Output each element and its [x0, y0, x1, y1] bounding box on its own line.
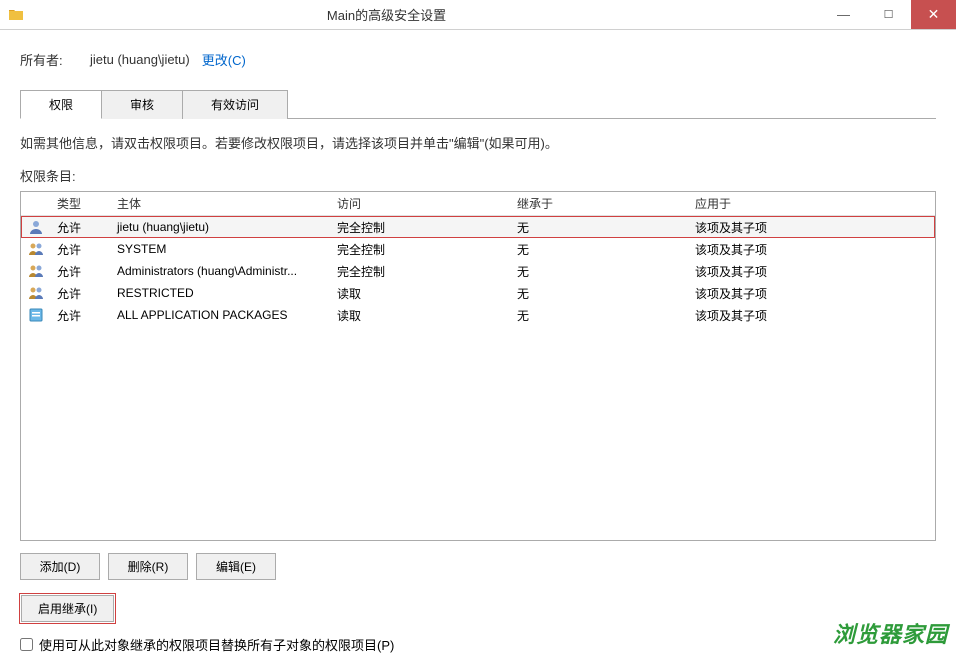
- cell-inherited: 无: [511, 217, 689, 238]
- add-button[interactable]: 添加(D): [20, 553, 100, 580]
- cell-inherited: 无: [511, 283, 689, 304]
- cell-access: 完全控制: [331, 239, 511, 260]
- titlebar: Main的高级安全设置 — ☐ ✕: [0, 0, 956, 30]
- col-type-header[interactable]: 类型: [51, 191, 111, 216]
- minimize-button[interactable]: —: [821, 0, 866, 29]
- cell-applies: 该项及其子项: [689, 305, 935, 326]
- principal-icon: [21, 283, 51, 303]
- col-inherited-header[interactable]: 继承于: [511, 191, 689, 216]
- replace-children-checkbox[interactable]: [20, 638, 33, 651]
- enable-inherit-highlight: 启用继承(I): [20, 594, 115, 623]
- owner-label: 所有者:: [20, 50, 90, 69]
- cell-access: 读取: [331, 305, 511, 326]
- col-applies-header[interactable]: 应用于: [689, 191, 935, 216]
- enable-inheritance-button[interactable]: 启用继承(I): [21, 595, 114, 622]
- watermark-text: 浏览器家园: [833, 617, 948, 649]
- edit-button[interactable]: 编辑(E): [196, 553, 276, 580]
- principal-icon: [21, 261, 51, 281]
- cell-principal: ALL APPLICATION PACKAGES: [111, 306, 331, 324]
- principal-icon: [21, 217, 51, 237]
- permission-entries-label: 权限条目:: [20, 166, 936, 185]
- cell-access: 完全控制: [331, 261, 511, 282]
- cell-type: 允许: [51, 217, 111, 238]
- cell-applies: 该项及其子项: [689, 283, 935, 304]
- permission-row[interactable]: 允许RESTRICTED读取无该项及其子项: [21, 282, 935, 304]
- col-icon-header[interactable]: [21, 200, 51, 208]
- permission-table: 类型 主体 访问 继承于 应用于 允许jietu (huang\jietu)完全…: [20, 191, 936, 541]
- cell-type: 允许: [51, 283, 111, 304]
- permission-row[interactable]: 允许ALL APPLICATION PACKAGES读取无该项及其子项: [21, 304, 935, 326]
- remove-button[interactable]: 删除(R): [108, 553, 188, 580]
- principal-icon: [21, 239, 51, 259]
- replace-children-row: 使用可从此对象继承的权限项目替换所有子对象的权限项目(P): [20, 635, 936, 654]
- instruction-text: 如需其他信息，请双击权限项目。若要修改权限项目，请选择该项目并单击"编辑"(如果…: [20, 133, 936, 152]
- cell-principal: jietu (huang\jietu): [111, 218, 331, 236]
- dialog-content: 所有者: jietu (huang\jietu) 更改(C) 权限审核有效访问 …: [0, 30, 956, 654]
- cell-inherited: 无: [511, 239, 689, 260]
- col-principal-header[interactable]: 主体: [111, 191, 331, 216]
- cell-type: 允许: [51, 305, 111, 326]
- cell-principal: Administrators (huang\Administr...: [111, 262, 331, 280]
- tab-2[interactable]: 有效访问: [183, 90, 288, 119]
- change-owner-link[interactable]: 更改(C): [202, 50, 246, 69]
- close-button[interactable]: ✕: [911, 0, 956, 29]
- permission-row[interactable]: 允许jietu (huang\jietu)完全控制无该项及其子项: [21, 216, 935, 238]
- cell-principal: RESTRICTED: [111, 284, 331, 302]
- cell-inherited: 无: [511, 305, 689, 326]
- window-controls: — ☐ ✕: [821, 0, 956, 29]
- cell-principal: SYSTEM: [111, 240, 331, 258]
- window-title: Main的高级安全设置: [0, 5, 821, 24]
- replace-children-label[interactable]: 使用可从此对象继承的权限项目替换所有子对象的权限项目(P): [39, 635, 394, 654]
- col-access-header[interactable]: 访问: [331, 191, 511, 216]
- cell-access: 完全控制: [331, 217, 511, 238]
- permission-row[interactable]: 允许SYSTEM完全控制无该项及其子项: [21, 238, 935, 260]
- cell-type: 允许: [51, 261, 111, 282]
- cell-applies: 该项及其子项: [689, 239, 935, 260]
- table-header: 类型 主体 访问 继承于 应用于: [21, 192, 935, 216]
- action-buttons: 添加(D) 删除(R) 编辑(E): [20, 553, 936, 580]
- cell-applies: 该项及其子项: [689, 261, 935, 282]
- principal-icon: [21, 305, 51, 325]
- maximize-button[interactable]: ☐: [866, 0, 911, 29]
- tab-bar: 权限审核有效访问: [20, 89, 936, 119]
- cell-applies: 该项及其子项: [689, 217, 935, 238]
- cell-access: 读取: [331, 283, 511, 304]
- tab-1[interactable]: 审核: [102, 90, 183, 119]
- tab-0[interactable]: 权限: [20, 90, 102, 119]
- cell-type: 允许: [51, 239, 111, 260]
- permission-row[interactable]: 允许Administrators (huang\Administr...完全控制…: [21, 260, 935, 282]
- table-body: 允许jietu (huang\jietu)完全控制无该项及其子项允许SYSTEM…: [21, 216, 935, 326]
- owner-value: jietu (huang\jietu): [90, 52, 190, 67]
- cell-inherited: 无: [511, 261, 689, 282]
- owner-row: 所有者: jietu (huang\jietu) 更改(C): [20, 50, 936, 69]
- inherit-row: 启用继承(I): [20, 594, 936, 623]
